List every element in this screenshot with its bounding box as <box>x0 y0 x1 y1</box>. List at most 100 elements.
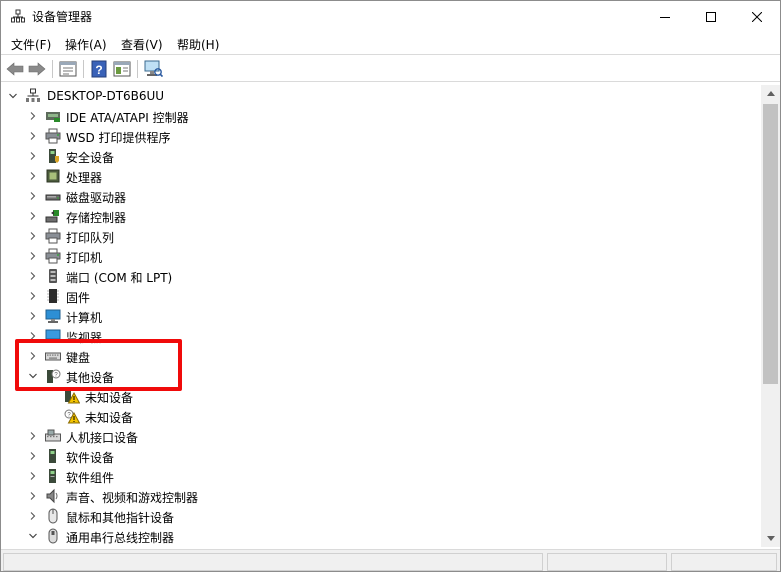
usb-controller-icon <box>48 528 58 544</box>
help-icon: ? <box>91 60 107 78</box>
chevron-right-icon <box>30 312 36 320</box>
scroll-thumb[interactable] <box>763 104 778 384</box>
expand-toggle[interactable] <box>27 330 39 342</box>
expand-toggle[interactable] <box>27 490 39 502</box>
expand-toggle[interactable] <box>27 110 39 122</box>
scan-hardware-button[interactable] <box>142 58 164 80</box>
tree-item-disk-drives[interactable]: 磁盘驱动器 <box>2 186 761 206</box>
tree-item-sound-video-game[interactable]: 声音、视频和游戏控制器 <box>2 486 761 506</box>
window-title: 设备管理器 <box>32 10 93 24</box>
device-tree[interactable]: DESKTOP-DT6B6UU IDE ATA/ATAPI 控制器 WSD 打印… <box>2 85 761 547</box>
menu-file[interactable]: 文件(F) <box>11 36 51 53</box>
maximize-button[interactable] <box>688 1 734 32</box>
vertical-scrollbar[interactable] <box>761 85 780 547</box>
expand-toggle[interactable] <box>27 250 39 262</box>
chevron-right-icon <box>30 212 36 220</box>
expand-toggle[interactable] <box>27 210 39 222</box>
scroll-down-button[interactable] <box>761 530 780 547</box>
expand-toggle[interactable] <box>27 510 39 522</box>
collapse-toggle[interactable] <box>27 370 39 382</box>
tree-item-label: 固件 <box>66 291 91 305</box>
expand-toggle[interactable] <box>27 310 39 322</box>
storage-controller-icon <box>45 210 59 223</box>
tree-item-print-queues[interactable]: 打印队列 <box>2 226 761 246</box>
back-button[interactable] <box>4 58 26 80</box>
chevron-right-icon <box>30 152 36 160</box>
tree-item-computer[interactable]: 计算机 <box>2 306 761 326</box>
printer-icon <box>45 248 61 264</box>
help-button[interactable]: ? <box>88 58 110 80</box>
tree-item-security-devices[interactable]: 安全设备 <box>2 146 761 166</box>
tree-item-label: WSD 打印提供程序 <box>66 131 171 145</box>
chevron-down-icon <box>9 93 17 99</box>
tree-item-keyboards[interactable]: 键盘 <box>2 346 761 366</box>
tree-item-label: 软件组件 <box>66 471 115 485</box>
toolbar-separator <box>137 60 138 78</box>
close-button[interactable] <box>734 1 780 32</box>
chevron-right-icon <box>30 352 36 360</box>
disk-drive-icon <box>45 194 61 201</box>
tree-item-mice[interactable]: 鼠标和其他指针设备 <box>2 506 761 526</box>
tree-item-firmware[interactable]: 固件 <box>2 286 761 306</box>
processor-icon <box>46 169 60 183</box>
tree-item-label: 存储控制器 <box>66 211 127 225</box>
tree-item-software-components[interactable]: 软件组件 <box>2 466 761 486</box>
status-pane-tertiary <box>671 553 777 571</box>
tree-item-label: 键盘 <box>66 351 91 365</box>
security-device-icon <box>49 149 59 163</box>
forward-button[interactable] <box>26 58 48 80</box>
collapse-root-toggle[interactable] <box>7 90 19 102</box>
maximize-icon <box>706 11 716 22</box>
tree-item-unknown-device[interactable]: ? 未知设备 <box>2 406 761 426</box>
expand-toggle[interactable] <box>27 170 39 182</box>
keyboard-icon <box>45 352 61 361</box>
computer-network-icon <box>26 88 40 102</box>
sound-icon <box>46 488 58 504</box>
expand-toggle[interactable] <box>27 150 39 162</box>
menu-bar: 文件(F) 操作(A) 查看(V) 帮助(H) <box>1 32 780 54</box>
tree-item-other-devices[interactable]: ? 其他设备 <box>2 366 761 386</box>
tree-item-hid[interactable]: 人机接口设备 <box>2 426 761 446</box>
tree-item-monitors[interactable]: 监视器 <box>2 326 761 346</box>
expand-toggle[interactable] <box>27 270 39 282</box>
tree-item-label: 打印队列 <box>66 231 115 245</box>
chevron-right-icon <box>30 172 36 180</box>
mouse-icon <box>48 508 58 524</box>
expand-toggle[interactable] <box>27 450 39 462</box>
minimize-button[interactable] <box>642 1 688 32</box>
status-pane-secondary <box>547 553 667 571</box>
tree-item-label: 人机接口设备 <box>66 431 139 445</box>
expand-toggle[interactable] <box>27 190 39 202</box>
menu-help[interactable]: 帮助(H) <box>177 36 219 53</box>
view-button[interactable] <box>111 58 133 80</box>
toolbar-separator <box>52 60 53 78</box>
tree-item-label: 未知设备 <box>85 411 134 425</box>
expand-toggle[interactable] <box>27 470 39 482</box>
tree-item-software-devices[interactable]: 软件设备 <box>2 446 761 466</box>
expand-toggle[interactable] <box>27 350 39 362</box>
collapse-toggle[interactable] <box>27 530 39 542</box>
tree-item-usb-controllers[interactable]: 通用串行总线控制器 <box>2 526 761 546</box>
menu-view[interactable]: 查看(V) <box>121 36 163 53</box>
toolbar-separator <box>83 60 84 78</box>
expand-toggle[interactable] <box>27 230 39 242</box>
scan-hardware-icon <box>144 60 163 78</box>
tree-item-storage-controllers[interactable]: 存储控制器 <box>2 206 761 226</box>
expand-toggle[interactable] <box>27 430 39 442</box>
tree-item-processors[interactable]: 处理器 <box>2 166 761 186</box>
menu-action[interactable]: 操作(A) <box>65 36 107 53</box>
expand-toggle[interactable] <box>27 130 39 142</box>
chevron-right-icon <box>30 272 36 280</box>
chevron-right-icon <box>30 132 36 140</box>
scroll-up-button[interactable] <box>761 85 780 102</box>
properties-button[interactable] <box>57 58 79 80</box>
tree-root[interactable]: DESKTOP-DT6B6UU <box>2 86 761 106</box>
scroll-up-arrow-icon <box>766 91 775 96</box>
chevron-right-icon <box>30 472 36 480</box>
tree-item-unknown-device[interactable]: 未知设备 <box>2 386 761 406</box>
tree-item-ports[interactable]: 端口 (COM 和 LPT) <box>2 266 761 286</box>
tree-item-wsd-print-provider[interactable]: WSD 打印提供程序 <box>2 126 761 146</box>
expand-toggle[interactable] <box>27 290 39 302</box>
tree-item-ide-controller[interactable]: IDE ATA/ATAPI 控制器 <box>2 106 761 126</box>
tree-item-printers[interactable]: 打印机 <box>2 246 761 266</box>
